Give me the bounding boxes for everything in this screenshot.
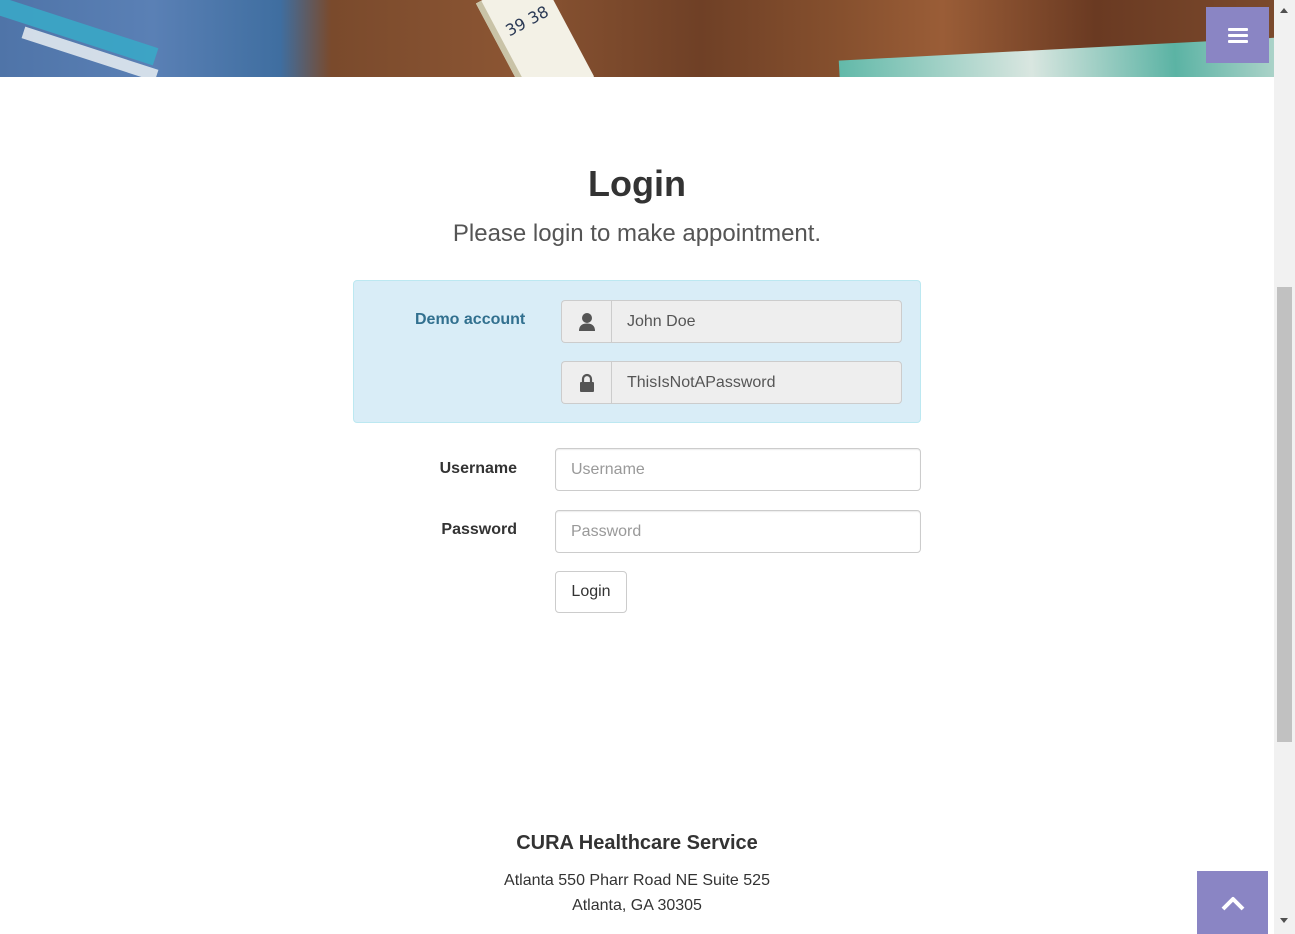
menu-toggle-button[interactable] xyxy=(1206,7,1269,63)
login-button[interactable]: Login xyxy=(555,571,627,613)
password-input[interactable] xyxy=(555,510,921,553)
footer-address-line1: Atlanta 550 Pharr Road NE Suite 525 xyxy=(504,872,770,889)
demo-password-group: ThisIsNotAPassword xyxy=(561,361,902,404)
page-subtitle: Please login to make appointment. xyxy=(452,220,822,247)
user-icon xyxy=(561,300,611,343)
page-title: Login xyxy=(588,163,686,204)
scroll-to-top-button[interactable] xyxy=(1197,871,1268,934)
lock-icon xyxy=(561,361,611,404)
bars-icon xyxy=(1227,25,1248,46)
demo-username-value[interactable]: John Doe xyxy=(611,300,902,343)
footer-address-line2: Atlanta, GA 30305 xyxy=(572,897,702,914)
footer-title: CURA Healthcare Service xyxy=(516,832,758,854)
password-label: Password xyxy=(441,521,517,538)
demo-password-value[interactable]: ThisIsNotAPassword xyxy=(611,361,902,404)
scroll-up-arrow-icon[interactable] xyxy=(1280,8,1288,13)
page-scrollbar[interactable] xyxy=(1274,0,1295,934)
chevron-up-icon xyxy=(1221,896,1244,910)
username-input[interactable] xyxy=(555,448,921,491)
username-label: Username xyxy=(439,460,517,477)
demo-username-group: John Doe xyxy=(561,300,902,343)
scroll-down-arrow-icon[interactable] xyxy=(1280,918,1288,923)
header-banner-image: 39 38 xyxy=(0,0,1274,77)
scrollbar-thumb[interactable] xyxy=(1277,287,1292,742)
demo-account-label: Demo account xyxy=(415,311,526,328)
